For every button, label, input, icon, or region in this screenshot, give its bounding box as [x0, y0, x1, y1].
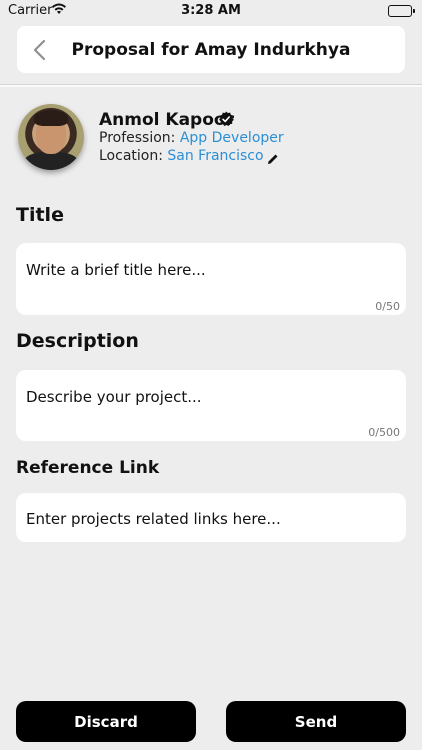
description-input[interactable]: Describe your project... 0/500: [16, 370, 406, 441]
page-title: Proposal for Amay Indurkhya: [71, 40, 351, 60]
location-line: Location: San Francisco: [99, 148, 264, 164]
title-input[interactable]: Write a brief title here... 0/50: [16, 243, 406, 315]
description-label: Description: [16, 330, 139, 352]
reference-link-placeholder: Enter projects related links here...: [26, 510, 281, 528]
location-value: San Francisco: [167, 148, 264, 164]
location-label: Location:: [99, 148, 163, 164]
avatar: [18, 104, 84, 170]
description-char-counter: 0/500: [368, 426, 400, 439]
verified-badge-icon: [218, 111, 234, 127]
title-placeholder: Write a brief title here...: [26, 261, 206, 279]
header-bar: Proposal for Amay Indurkhya: [17, 26, 405, 73]
send-button[interactable]: Send: [226, 701, 406, 742]
edit-pencil-icon[interactable]: [267, 150, 279, 164]
title-label: Title: [16, 204, 64, 226]
profession-value: App Developer: [179, 130, 284, 146]
discard-button[interactable]: Discard: [16, 701, 196, 742]
freelancer-profile: Anmol Kapoor Profession: App Developer L…: [18, 104, 408, 172]
profession-label: Profession:: [99, 130, 176, 146]
reference-link-input[interactable]: Enter projects related links here...: [16, 493, 406, 542]
header-divider-highlight: [0, 85, 422, 87]
reference-link-label: Reference Link: [16, 458, 160, 478]
description-placeholder: Describe your project...: [26, 388, 202, 406]
title-char-counter: 0/50: [375, 300, 400, 313]
battery-icon: [388, 5, 415, 17]
clock-time: 3:28 AM: [181, 3, 241, 18]
status-bar: Carrier 3:28 AM: [0, 0, 422, 22]
profession-line: Profession: App Developer: [99, 130, 284, 146]
profile-name: Anmol Kapoor: [99, 110, 234, 130]
